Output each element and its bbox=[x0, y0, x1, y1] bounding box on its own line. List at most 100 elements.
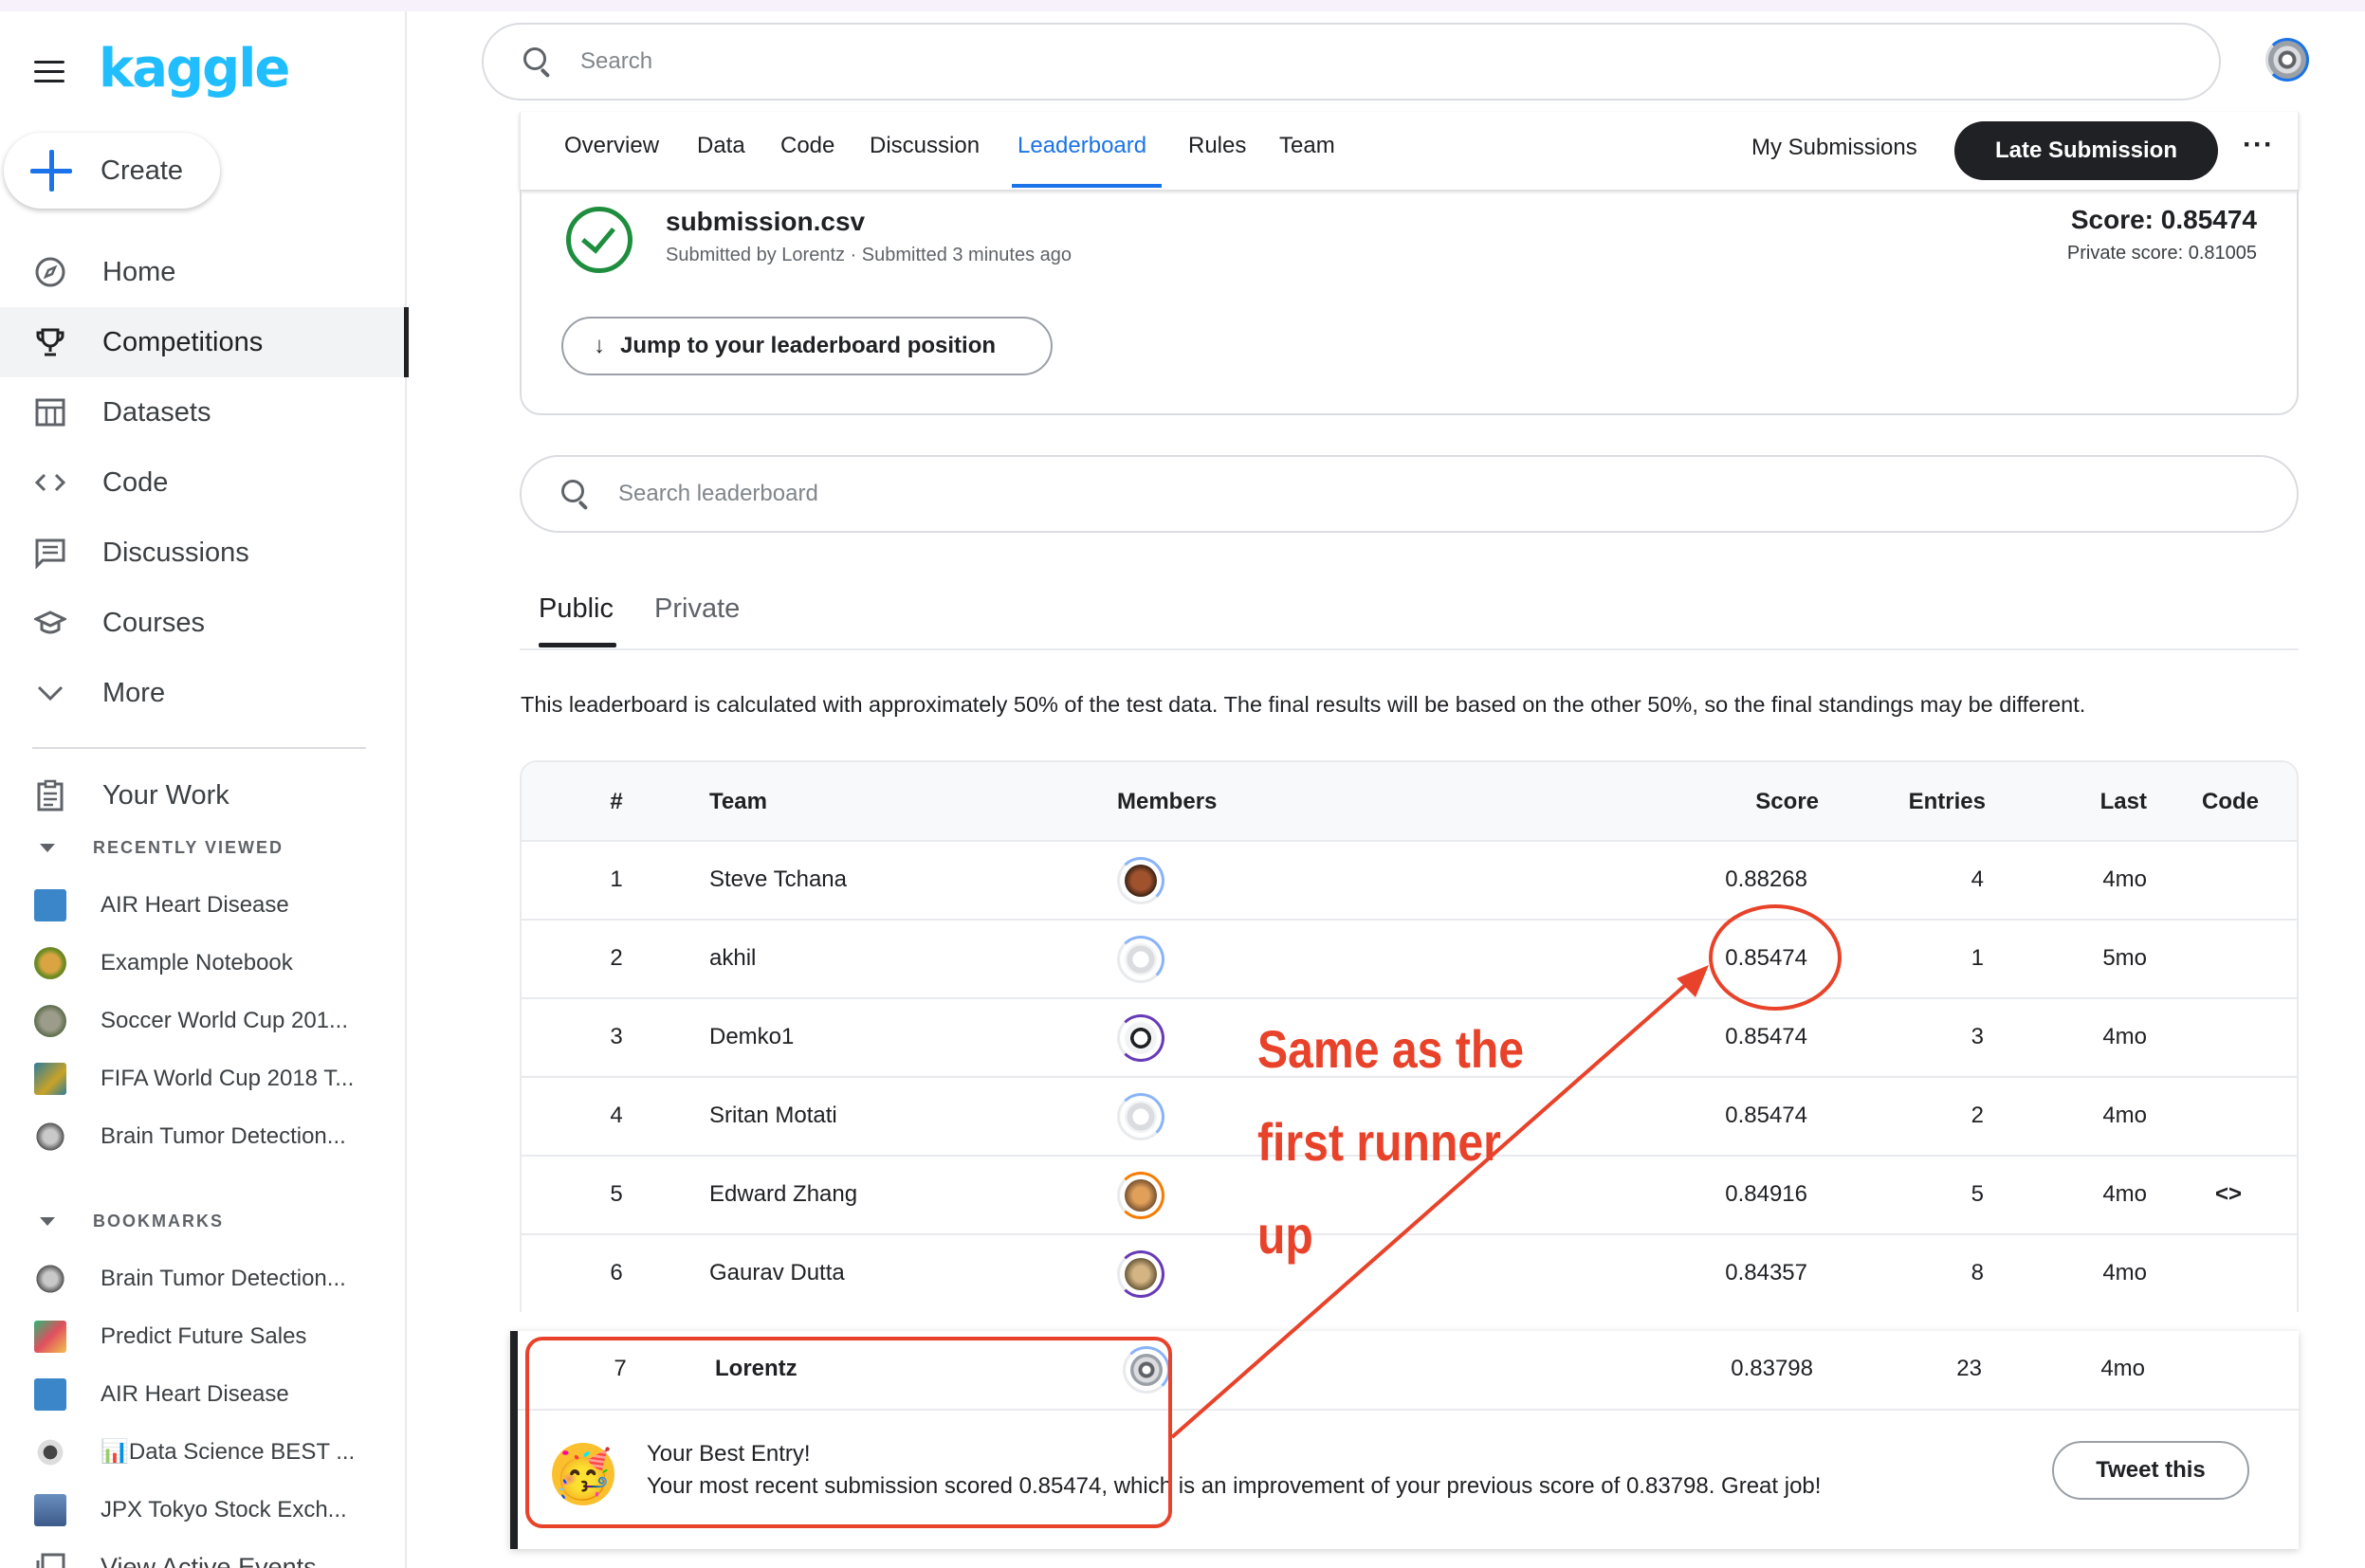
recent-item-label: Brain Tumor Detection... bbox=[101, 1122, 346, 1149]
row-team[interactable]: Lorentz bbox=[715, 1356, 798, 1382]
row-last: 4mo bbox=[2100, 1356, 2145, 1381]
create-button[interactable]: Create bbox=[4, 133, 220, 209]
dataset-thumbnail bbox=[34, 888, 66, 921]
tab-leaderboard[interactable]: Leaderboard bbox=[1018, 133, 1146, 159]
row-team[interactable]: Demko1 bbox=[709, 1024, 794, 1050]
row-score: 0.85474 bbox=[1725, 1024, 1807, 1049]
dataset-thumbnail bbox=[34, 1062, 66, 1095]
row-team[interactable]: Steve Tchana bbox=[709, 866, 847, 893]
menu-icon[interactable] bbox=[34, 61, 64, 83]
jump-to-position-button[interactable]: ↓ Jump to your leaderboard position bbox=[561, 317, 1053, 375]
recent-item[interactable]: FIFA World Cup 2018 T... bbox=[0, 1049, 405, 1107]
tab-overview[interactable]: Overview bbox=[564, 133, 659, 159]
bookmark-item[interactable]: JPX Tokyo Stock Exch... bbox=[0, 1481, 405, 1539]
tab-code[interactable]: Code bbox=[780, 133, 834, 159]
search-icon bbox=[523, 47, 552, 76]
notebook-thumbnail bbox=[34, 1435, 66, 1468]
your-leaderboard-row[interactable]: 7 Lorentz 0.83798 23 4mo bbox=[518, 1331, 2299, 1411]
row-rank: 7 bbox=[614, 1356, 627, 1381]
bookmark-item[interactable]: Predict Future Sales bbox=[0, 1307, 405, 1365]
graduation-cap-icon bbox=[32, 607, 68, 639]
bookmarks-header[interactable]: BOOKMARKS bbox=[0, 1202, 405, 1240]
recent-item[interactable]: Soccer World Cup 201... bbox=[0, 992, 405, 1049]
bookmark-label: Brain Tumor Detection... bbox=[101, 1265, 346, 1291]
nav-item-more[interactable]: More bbox=[0, 658, 405, 728]
recent-item[interactable]: Example Notebook bbox=[0, 934, 405, 992]
site-search-input[interactable]: Search bbox=[482, 23, 2221, 100]
submission-result-card: submission.csv Submitted by Lorentz · Su… bbox=[520, 190, 2299, 415]
leaderboard-search-placeholder: Search leaderboard bbox=[618, 481, 818, 506]
my-submissions-link[interactable]: My Submissions bbox=[1751, 135, 1917, 161]
recent-item[interactable]: AIR Heart Disease bbox=[0, 876, 405, 934]
leaderboard-note: This leaderboard is calculated with appr… bbox=[521, 692, 2086, 717]
header-score[interactable]: Score bbox=[1755, 789, 1819, 815]
more-options-icon[interactable]: ··· bbox=[2243, 129, 2274, 161]
row-rank: 4 bbox=[610, 1103, 623, 1128]
dataset-thumbnail bbox=[34, 1377, 66, 1411]
competition-tabs-bar: Overview Data Code Discussion Leaderboar… bbox=[520, 112, 2299, 190]
row-team[interactable]: Gaurav Dutta bbox=[709, 1260, 845, 1286]
chevron-down-icon bbox=[34, 677, 66, 709]
tab-rules[interactable]: Rules bbox=[1188, 133, 1246, 159]
kaggle-logo[interactable]: kaggle bbox=[99, 38, 290, 100]
caret-down-icon bbox=[40, 843, 55, 852]
bookmark-item[interactable]: AIR Heart Disease bbox=[0, 1365, 405, 1423]
nav-item-discussions[interactable]: Discussions bbox=[0, 518, 405, 588]
row-team[interactable]: Sritan Motati bbox=[709, 1103, 837, 1129]
table-icon bbox=[34, 396, 66, 428]
tab-team[interactable]: Team bbox=[1279, 133, 1335, 159]
member-avatar[interactable] bbox=[1117, 857, 1164, 904]
bookmark-label: Predict Future Sales bbox=[101, 1322, 307, 1349]
your-entry-card: 7 Lorentz 0.83798 23 4mo 🥳 Your Best Ent… bbox=[510, 1331, 2299, 1549]
table-row[interactable]: 2 akhil 0.85474 1 5mo bbox=[522, 921, 2297, 999]
code-icon bbox=[34, 466, 66, 499]
table-row[interactable]: 1 Steve Tchana 0.88268 4 4mo bbox=[522, 842, 2297, 921]
row-team[interactable]: Edward Zhang bbox=[709, 1181, 857, 1208]
jump-label: Jump to your leaderboard position bbox=[620, 333, 997, 358]
late-submission-button[interactable]: Late Submission bbox=[1954, 121, 2218, 180]
member-avatar[interactable] bbox=[1117, 1172, 1164, 1219]
nav-label: Discussions bbox=[102, 537, 249, 568]
row-rank: 6 bbox=[610, 1260, 623, 1285]
row-last: 4mo bbox=[2102, 866, 2147, 892]
tweet-button[interactable]: Tweet this bbox=[2052, 1441, 2249, 1500]
nav-label: Datasets bbox=[102, 396, 211, 428]
bookmark-item[interactable]: Brain Tumor Detection... bbox=[0, 1249, 405, 1307]
member-avatar[interactable] bbox=[1117, 1093, 1164, 1140]
member-avatar[interactable] bbox=[1117, 1014, 1164, 1062]
code-icon[interactable]: <> bbox=[2215, 1181, 2242, 1208]
header-last[interactable]: Last bbox=[2100, 789, 2147, 815]
member-avatar[interactable] bbox=[1123, 1346, 1170, 1394]
nav-item-courses[interactable]: Courses bbox=[0, 588, 405, 658]
row-entries: 4 bbox=[1971, 866, 1984, 892]
view-active-events[interactable]: View Active Events bbox=[0, 1539, 405, 1568]
nav-item-your-work[interactable]: Your Work bbox=[0, 760, 405, 830]
tab-private[interactable]: Private bbox=[654, 593, 740, 625]
nav-item-home[interactable]: Home bbox=[0, 237, 405, 307]
recently-viewed-header[interactable]: RECENTLY VIEWED bbox=[0, 829, 405, 866]
compass-icon bbox=[34, 256, 66, 288]
nav-item-code[interactable]: Code bbox=[0, 447, 405, 518]
bookmark-item[interactable]: 📊Data Science BEST ... bbox=[0, 1423, 405, 1481]
annotation-line: Same as the bbox=[1257, 1019, 1525, 1079]
tabs-divider bbox=[520, 648, 2299, 650]
arrow-down-icon: ↓ bbox=[594, 333, 605, 358]
row-entries: 1 bbox=[1971, 945, 1984, 971]
row-last: 4mo bbox=[2102, 1103, 2147, 1128]
row-team[interactable]: akhil bbox=[709, 945, 756, 972]
user-avatar[interactable] bbox=[2265, 38, 2309, 82]
nav-item-datasets[interactable]: Datasets bbox=[0, 377, 405, 447]
nav-item-competitions[interactable]: Competitions bbox=[0, 307, 409, 377]
tab-data[interactable]: Data bbox=[697, 133, 745, 159]
party-face-icon: 🥳 bbox=[552, 1443, 614, 1505]
comments-icon bbox=[34, 537, 66, 570]
member-avatar[interactable] bbox=[1117, 936, 1164, 983]
recent-item[interactable]: Brain Tumor Detection... bbox=[0, 1107, 405, 1165]
tab-public[interactable]: Public bbox=[539, 593, 614, 625]
trophy-icon bbox=[34, 326, 66, 358]
header-entries[interactable]: Entries bbox=[1909, 789, 1986, 815]
row-score: 0.85474 bbox=[1725, 1103, 1807, 1128]
member-avatar[interactable] bbox=[1117, 1250, 1164, 1298]
leaderboard-search-input[interactable]: Search leaderboard bbox=[520, 455, 2299, 533]
tab-discussion[interactable]: Discussion bbox=[870, 133, 980, 159]
